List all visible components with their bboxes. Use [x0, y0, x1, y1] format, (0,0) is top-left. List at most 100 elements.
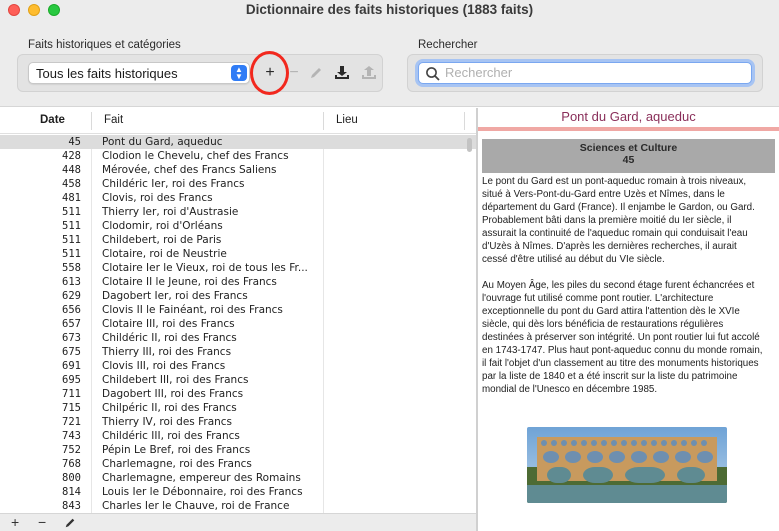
bottom-remove-button[interactable]: − [38, 514, 46, 530]
pencil-icon[interactable] [64, 516, 76, 531]
cell-date: 800 [62, 472, 81, 484]
cell-date: 613 [62, 276, 81, 288]
cell-fait: Childéric Ier, roi des Francs [102, 178, 245, 190]
pencil-icon[interactable] [305, 62, 327, 84]
cell-date: 511 [62, 234, 81, 246]
table-scrollbar[interactable] [466, 136, 474, 512]
detail-description: Le pont du Gard est un pont-aqueduc roma… [482, 175, 763, 409]
detail-accent-bar [478, 127, 779, 131]
cell-date: 558 [62, 262, 81, 274]
cell-fait: Childéric III, roi des Francs [102, 430, 240, 442]
table-row[interactable]: 721 Thierry IV, roi des Francs [0, 415, 476, 429]
search-group-label: Rechercher [418, 39, 478, 51]
table-row[interactable]: 45 Pont du Gard, aqueduc [0, 135, 476, 149]
cell-fait: Clodomir, roi d'Orléans [102, 220, 223, 232]
table-row[interactable]: 768 Charlemagne, roi des Francs [0, 457, 476, 471]
table-row[interactable]: 428 Clodion le Chevelu, chef des Francs [0, 149, 476, 163]
cell-fait: Thierry III, roi des Francs [102, 346, 232, 358]
cell-date: 511 [62, 248, 81, 260]
category-header: Sciences et Culture 45 [482, 139, 775, 173]
cell-date: 657 [62, 318, 81, 330]
table-row[interactable]: 695 Childebert III, roi des Francs [0, 373, 476, 387]
cell-fait: Louis Ier le Débonnaire, roi des Francs [102, 486, 303, 498]
detail-paragraph: Le pont du Gard est un pont-aqueduc roma… [482, 176, 755, 265]
table-row[interactable]: 458 Childéric Ier, roi des Francs [0, 177, 476, 191]
table-row[interactable]: 843 Charles Ier le Chauve, roi de France [0, 499, 476, 513]
cell-date: 768 [62, 458, 81, 470]
category-filter-value: Tous les faits historiques [36, 66, 178, 81]
remove-fact-button[interactable]: − [283, 62, 305, 84]
cell-date: 752 [62, 444, 81, 456]
download-tray-icon[interactable] [331, 62, 353, 84]
cell-date: 511 [62, 220, 81, 232]
cell-fait: Dagobert Ier, roi des Francs [102, 290, 248, 302]
table-row[interactable]: 743 Childéric III, roi des Francs [0, 429, 476, 443]
cell-fait: Charlemagne, roi des Francs [102, 458, 252, 470]
cell-date: 673 [62, 332, 81, 344]
detail-pane: Pont du Gard, aqueduc Sciences et Cultur… [478, 108, 779, 531]
chevron-updown-icon: ▲ ▼ [231, 65, 247, 81]
cell-date: 629 [62, 290, 81, 302]
cell-fait: Chilpéric II, roi des Francs [102, 402, 237, 414]
cell-date: 711 [62, 388, 81, 400]
search-field[interactable] [418, 62, 752, 84]
cell-fait: Clotaire Ier le Vieux, roi de tous les F… [102, 262, 308, 274]
column-header-lieu[interactable]: Lieu [336, 114, 358, 126]
cell-fait: Clotaire II le Jeune, roi des Francs [102, 276, 277, 288]
table-bottom-bar: + − [0, 513, 476, 531]
column-separator [91, 112, 92, 130]
category-name: Sciences et Culture [579, 142, 678, 154]
cell-date: 656 [62, 304, 81, 316]
cell-date: 458 [62, 178, 81, 190]
detail-paragraph: Au Moyen Âge, les piles du second étage … [482, 280, 763, 395]
table-row[interactable]: 481 Clovis, roi des Francs [0, 191, 476, 205]
cell-fait: Charlemagne, empereur des Romains [102, 472, 301, 484]
cell-date: 743 [62, 430, 81, 442]
table-row[interactable]: 629 Dagobert Ier, roi des Francs [0, 289, 476, 303]
category-filter-popup[interactable]: Tous les faits historiques ▲ ▼ [28, 62, 250, 84]
cell-date: 691 [62, 360, 81, 372]
bottom-add-button[interactable]: + [11, 514, 19, 530]
pont-du-gard-photo [527, 427, 727, 503]
table-row[interactable]: 657 Clotaire III, roi des Francs [0, 317, 476, 331]
cell-fait: Childebert III, roi des Francs [102, 374, 249, 386]
table-row[interactable]: 511 Childebert, roi de Paris [0, 233, 476, 247]
cell-date: 721 [62, 416, 81, 428]
cell-fait: Clovis III, roi des Francs [102, 360, 226, 372]
table-row[interactable]: 558 Clotaire Ier le Vieux, roi de tous le… [0, 261, 476, 275]
table-row[interactable]: 656 Clovis II le Fainéant, roi des Francs [0, 303, 476, 317]
table-row[interactable]: 691 Clovis III, roi des Francs [0, 359, 476, 373]
search-input[interactable] [445, 65, 745, 80]
column-header-date[interactable]: Date [40, 114, 65, 126]
scrollbar-thumb[interactable] [467, 138, 472, 152]
cell-fait: Clovis, roi des Francs [102, 192, 213, 204]
magnifier-icon [426, 67, 440, 81]
cell-date: 675 [62, 346, 81, 358]
table-row[interactable]: 814 Louis Ier le Débonnaire, roi des Fran… [0, 485, 476, 499]
table-row[interactable]: 715 Chilpéric II, roi des Francs [0, 401, 476, 415]
column-header-fait[interactable]: Fait [104, 114, 123, 126]
cell-date: 448 [62, 164, 81, 176]
cell-date: 511 [62, 206, 81, 218]
column-separator [464, 112, 465, 130]
window-title: Dictionnaire des faits historiques (1883… [245, 2, 534, 17]
table-row[interactable]: 711 Dagobert III, roi des Francs [0, 387, 476, 401]
cell-date: 481 [62, 192, 81, 204]
upload-tray-icon[interactable] [358, 62, 380, 84]
table-row[interactable]: 675 Thierry III, roi des Francs [0, 345, 476, 359]
table-row[interactable]: 673 Childéric II, roi des Francs [0, 331, 476, 345]
table-row[interactable]: 800 Charlemagne, empereur des Romains [0, 471, 476, 485]
table-row[interactable]: 511 Thierry Ier, roi d'Austrasie [0, 205, 476, 219]
table-body: 45 Pont du Gard, aqueduc 428 Clodion le Che… [0, 135, 476, 513]
table-row[interactable]: 448 Mérovée, chef des Francs Saliens [0, 163, 476, 177]
table-row[interactable]: 752 Pépin Le Bref, roi des Francs [0, 443, 476, 457]
cell-fait: Childebert, roi de Paris [102, 234, 222, 246]
table-row[interactable]: 613 Clotaire II le Jeune, roi des Francs [0, 275, 476, 289]
cell-fait: Charles Ier le Chauve, roi de France [102, 500, 290, 512]
table-header: Date Fait Lieu [0, 108, 476, 134]
facts-table: Date Fait Lieu 45 Pont du Gard, aqueduc 42… [0, 108, 476, 513]
table-row[interactable]: 511 Clotaire, roi de Neustrie [0, 247, 476, 261]
detail-title: Pont du Gard, aqueduc [561, 109, 696, 124]
table-row[interactable]: 511 Clodomir, roi d'Orléans [0, 219, 476, 233]
cell-date: 45 [68, 136, 81, 148]
